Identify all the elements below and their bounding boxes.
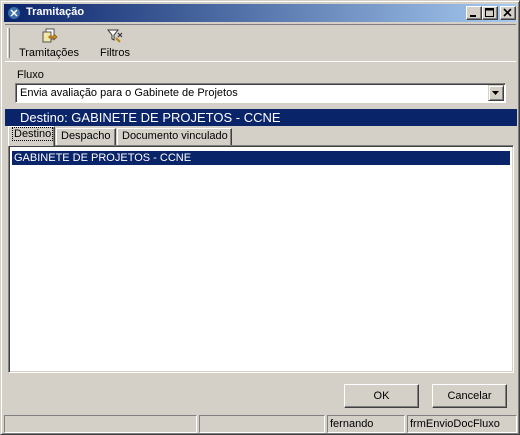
destino-list[interactable]: GABINETE DE PROJETOS - CCNE: [8, 145, 514, 373]
tramitacoes-button[interactable]: Tramitações: [18, 27, 80, 61]
title-bar[interactable]: Tramitação: [4, 4, 516, 22]
tramitacao-window: Tramitação Tramitações Filtros Fluxo Env…: [0, 0, 520, 435]
toolbar-grip[interactable]: [7, 28, 10, 58]
tab-destino[interactable]: Destino: [8, 126, 55, 146]
filter-icon: [106, 29, 123, 43]
toolbar: Tramitações Filtros: [5, 24, 516, 62]
tab-despacho-label: Despacho: [61, 130, 111, 142]
close-button[interactable]: [500, 6, 516, 20]
tab-documento-vinculado[interactable]: Documento vinculado: [117, 128, 232, 145]
tab-despacho[interactable]: Despacho: [56, 128, 116, 145]
destino-header: Destino: GABINETE DE PROJETOS - CCNE: [5, 109, 517, 126]
status-panel-form: frmEnvioDocFluxo: [407, 415, 517, 433]
fluxo-select-value: Envia avaliação para o Gabinete de Proje…: [20, 87, 238, 99]
minimize-button[interactable]: [466, 6, 482, 20]
cancel-button[interactable]: Cancelar: [432, 384, 507, 408]
filtros-button[interactable]: Filtros: [95, 27, 135, 61]
chevron-down-icon: [492, 91, 499, 95]
status-panel-2: [199, 415, 325, 433]
list-item[interactable]: GABINETE DE PROJETOS - CCNE: [12, 151, 510, 165]
fluxo-dropdown-button[interactable]: [488, 85, 504, 101]
status-panel-1: [4, 415, 197, 433]
filtros-label: Filtros: [100, 47, 130, 59]
ok-button[interactable]: OK: [344, 384, 419, 408]
tab-destino-label: Destino: [11, 127, 54, 141]
fluxo-select[interactable]: Envia avaliação para o Gabinete de Proje…: [15, 83, 506, 103]
fluxo-label: Fluxo: [17, 69, 44, 81]
destino-header-text: Destino: GABINETE DE PROJETOS - CCNE: [20, 110, 281, 125]
tramitacoes-label: Tramitações: [18, 47, 80, 59]
status-panel-user: fernando: [327, 415, 405, 433]
minimize-icon: [470, 15, 476, 17]
maximize-button[interactable]: [482, 6, 498, 20]
tab-documento-vinculado-label: Documento vinculado: [122, 130, 228, 142]
close-icon: [503, 8, 512, 17]
status-bar: fernando frmEnvioDocFluxo: [4, 415, 517, 433]
app-icon: [8, 7, 20, 19]
window-title: Tramitação: [26, 6, 85, 18]
tramitacoes-icon: [42, 28, 58, 43]
maximize-icon: [485, 8, 494, 17]
